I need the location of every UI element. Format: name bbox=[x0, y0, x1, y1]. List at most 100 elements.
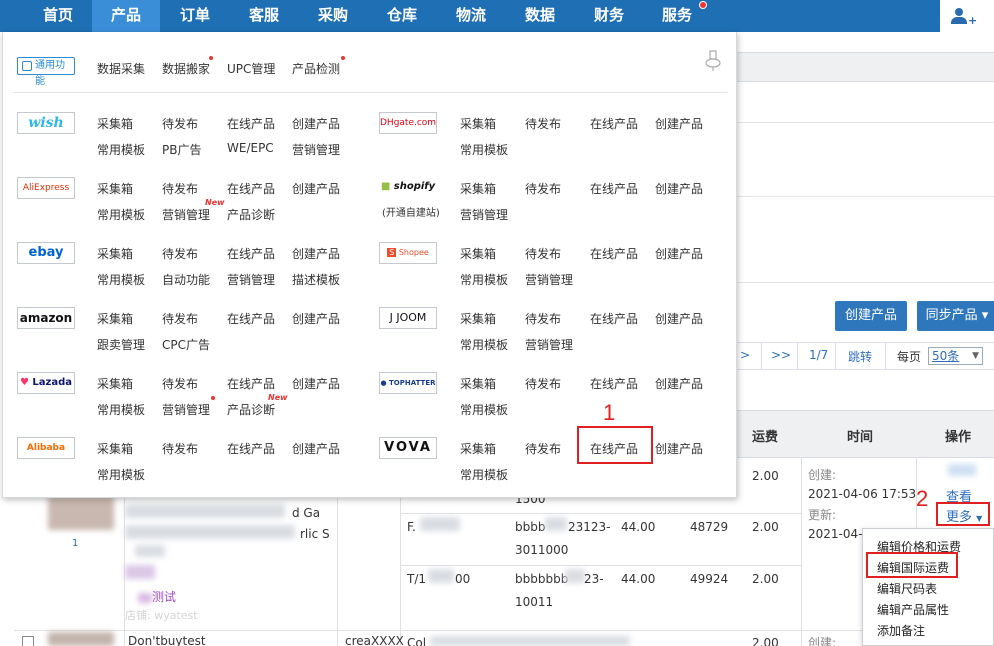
next-page-button[interactable]: > bbox=[740, 348, 750, 362]
shopee-templates[interactable]: 常用模板 bbox=[460, 271, 508, 288]
joom-create-product[interactable]: 创建产品 bbox=[655, 310, 703, 327]
shopify-online-products[interactable]: 在线产品 bbox=[590, 180, 638, 197]
amazon-collection-box[interactable]: 采集箱 bbox=[97, 310, 133, 327]
lazada-create-product[interactable]: 创建产品 bbox=[292, 375, 340, 392]
lazada-templates[interactable]: 常用模板 bbox=[97, 401, 145, 418]
shopify-create-product[interactable]: 创建产品 bbox=[655, 180, 703, 197]
nav-purchasing[interactable]: 采购 bbox=[299, 0, 367, 32]
product-title[interactable]: Don'tbuytest bbox=[128, 634, 206, 646]
alibaba-collection-box[interactable]: 采集箱 bbox=[97, 440, 133, 457]
shopee-online-products[interactable]: 在线产品 bbox=[590, 245, 638, 262]
amazon-pending[interactable]: 待发布 bbox=[162, 310, 198, 327]
menu-item-add-note[interactable]: 添加备注 bbox=[877, 622, 925, 639]
aliexpress-marketing[interactable]: 营销管理 bbox=[162, 206, 210, 223]
dhgate-online-products[interactable]: 在线产品 bbox=[590, 115, 638, 132]
alibaba-templates[interactable]: 常用模板 bbox=[97, 466, 145, 483]
ebay-online-products[interactable]: 在线产品 bbox=[227, 245, 275, 262]
link-data-migration[interactable]: 数据搬家 bbox=[162, 60, 210, 77]
aliexpress-online-products[interactable]: 在线产品 bbox=[227, 180, 275, 197]
ebay-create-product[interactable]: 创建产品 bbox=[292, 245, 340, 262]
ebay-description-templates[interactable]: 描述模板 bbox=[292, 271, 340, 288]
lazada-pending[interactable]: 待发布 bbox=[162, 375, 198, 392]
alibaba-online-products[interactable]: 在线产品 bbox=[227, 440, 275, 457]
vova-pending[interactable]: 待发布 bbox=[525, 440, 561, 457]
wish-collection-box[interactable]: 采集箱 bbox=[97, 115, 133, 132]
aliexpress-collection-box[interactable]: 采集箱 bbox=[97, 180, 133, 197]
lazada-diagnosis[interactable]: 产品诊断 bbox=[227, 401, 275, 418]
lazada-marketing[interactable]: 营销管理 bbox=[162, 401, 210, 418]
dhgate-create-product[interactable]: 创建产品 bbox=[655, 115, 703, 132]
more-actions-menu: 编辑价格和运费 编辑国际运费 编辑尺码表 编辑产品属性 添加备注 bbox=[862, 528, 994, 646]
ebay-collection-box[interactable]: 采集箱 bbox=[97, 245, 133, 262]
nav-data[interactable]: 数据 bbox=[506, 0, 574, 32]
lazada-collection-box[interactable]: 采集箱 bbox=[97, 375, 133, 392]
user-menu[interactable]: + bbox=[940, 0, 994, 32]
vova-collection-box[interactable]: 采集箱 bbox=[460, 440, 496, 457]
shopee-collection-box[interactable]: 采集箱 bbox=[460, 245, 496, 262]
nav-warehouse[interactable]: 仓库 bbox=[368, 0, 436, 32]
create-product-button[interactable]: 创建产品 bbox=[835, 301, 907, 331]
joom-collection-box[interactable]: 采集箱 bbox=[460, 310, 496, 327]
wish-pb-ads[interactable]: PB广告 bbox=[162, 141, 201, 158]
dhgate-collection-box[interactable]: 采集箱 bbox=[460, 115, 496, 132]
amazon-online-products[interactable]: 在线产品 bbox=[227, 310, 275, 327]
tophatter-templates[interactable]: 常用模板 bbox=[460, 401, 508, 418]
wish-we-epc[interactable]: WE/EPC bbox=[227, 141, 274, 155]
alibaba-create-product[interactable]: 创建产品 bbox=[292, 440, 340, 457]
link-product-check[interactable]: 产品检测 bbox=[292, 60, 340, 77]
joom-online-products[interactable]: 在线产品 bbox=[590, 310, 638, 327]
menu-item-edit-size-chart[interactable]: 编辑尺码表 bbox=[877, 580, 937, 597]
joom-pending[interactable]: 待发布 bbox=[525, 310, 561, 327]
wish-online-products[interactable]: 在线产品 bbox=[227, 115, 275, 132]
wish-templates[interactable]: 常用模板 bbox=[97, 141, 145, 158]
dhgate-pending[interactable]: 待发布 bbox=[525, 115, 561, 132]
shopify-pending[interactable]: 待发布 bbox=[525, 180, 561, 197]
vova-create-product[interactable]: 创建产品 bbox=[655, 440, 703, 457]
amazon-follow-sell[interactable]: 跟卖管理 bbox=[97, 336, 145, 353]
pin-icon[interactable] bbox=[705, 50, 721, 72]
joom-marketing[interactable]: 营销管理 bbox=[525, 336, 573, 353]
row-checkbox[interactable] bbox=[22, 636, 34, 646]
tophatter-collection-box[interactable]: 采集箱 bbox=[460, 375, 496, 392]
wish-pending[interactable]: 待发布 bbox=[162, 115, 198, 132]
lazada-online-products[interactable]: 在线产品 bbox=[227, 375, 275, 392]
tophatter-pending[interactable]: 待发布 bbox=[525, 375, 561, 392]
tophatter-create-product[interactable]: 创建产品 bbox=[655, 375, 703, 392]
aliexpress-templates[interactable]: 常用模板 bbox=[97, 206, 145, 223]
nav-home[interactable]: 首页 bbox=[24, 0, 92, 32]
blurred-image bbox=[125, 504, 285, 518]
link-upc-management[interactable]: UPC管理 bbox=[227, 60, 275, 77]
ebay-marketing[interactable]: 营销管理 bbox=[227, 271, 275, 288]
jump-button[interactable]: 跳转 bbox=[848, 348, 872, 365]
nav-orders[interactable]: 订单 bbox=[161, 0, 229, 32]
joom-templates[interactable]: 常用模板 bbox=[460, 336, 508, 353]
wish-marketing[interactable]: 营销管理 bbox=[292, 141, 340, 158]
link-data-collection[interactable]: 数据采集 bbox=[97, 60, 145, 77]
ebay-templates[interactable]: 常用模板 bbox=[97, 271, 145, 288]
aliexpress-pending[interactable]: 待发布 bbox=[162, 180, 198, 197]
shopify-collection-box[interactable]: 采集箱 bbox=[460, 180, 496, 197]
tophatter-online-products[interactable]: 在线产品 bbox=[590, 375, 638, 392]
shopee-create-product[interactable]: 创建产品 bbox=[655, 245, 703, 262]
wish-create-product[interactable]: 创建产品 bbox=[292, 115, 340, 132]
nav-customer-service[interactable]: 客服 bbox=[230, 0, 298, 32]
sync-product-button[interactable]: 同步产品 ▾ bbox=[917, 301, 994, 331]
amazon-create-product[interactable]: 创建产品 bbox=[292, 310, 340, 327]
aliexpress-create-product[interactable]: 创建产品 bbox=[292, 180, 340, 197]
dhgate-templates[interactable]: 常用模板 bbox=[460, 141, 508, 158]
nav-logistics[interactable]: 物流 bbox=[437, 0, 505, 32]
ebay-automation[interactable]: 自动功能 bbox=[162, 271, 210, 288]
ebay-pending[interactable]: 待发布 bbox=[162, 245, 198, 262]
menu-item-edit-attributes[interactable]: 编辑产品属性 bbox=[877, 601, 949, 618]
shopee-pending[interactable]: 待发布 bbox=[525, 245, 561, 262]
last-page-button[interactable]: >> bbox=[771, 348, 791, 362]
nav-finance[interactable]: 财务 bbox=[575, 0, 643, 32]
vova-templates[interactable]: 常用模板 bbox=[460, 466, 508, 483]
nav-products[interactable]: 产品 bbox=[92, 0, 160, 32]
shopify-marketing[interactable]: 营销管理 bbox=[460, 206, 508, 223]
alibaba-pending[interactable]: 待发布 bbox=[162, 440, 198, 457]
amazon-cpc-ads[interactable]: CPC广告 bbox=[162, 336, 210, 353]
per-page-select[interactable]: 50条 ▼ bbox=[928, 347, 983, 365]
aliexpress-diagnosis[interactable]: 产品诊断 bbox=[227, 206, 275, 223]
shopee-marketing[interactable]: 营销管理 bbox=[525, 271, 573, 288]
